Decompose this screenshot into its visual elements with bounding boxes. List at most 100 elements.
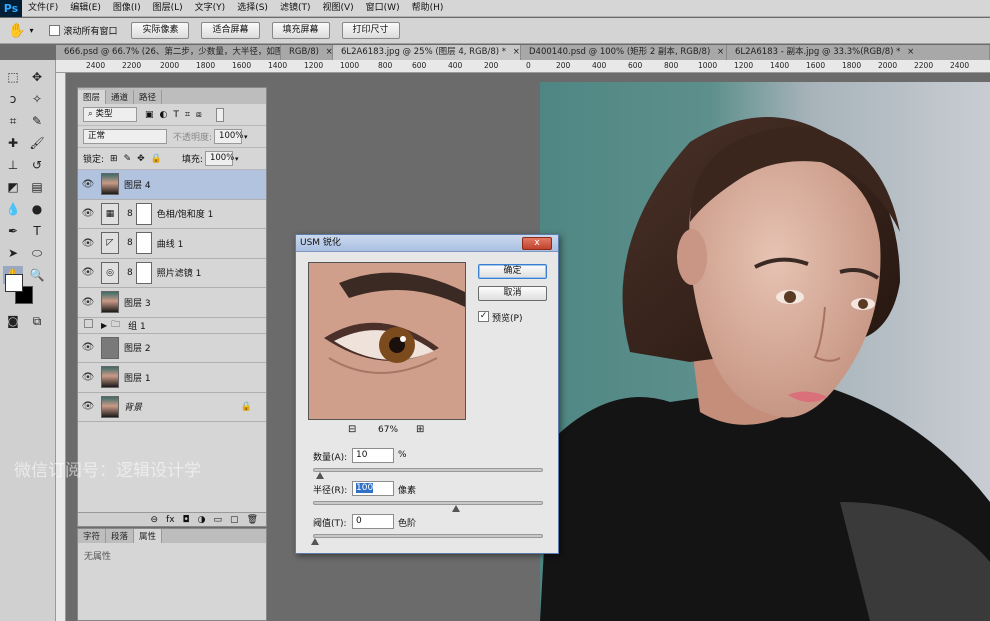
layer-row[interactable]: 👁 ◸ 8 曲线 1 xyxy=(78,229,266,259)
zoom-in-button[interactable]: ⊞ xyxy=(416,424,424,435)
print-size-button[interactable]: 打印尺寸 xyxy=(341,22,400,39)
eye-icon[interactable]: 👁 xyxy=(78,208,98,219)
link-layers-icon[interactable]: ⊖ xyxy=(151,515,159,525)
actual-pixels-button[interactable]: 实际像素 xyxy=(131,22,190,39)
doc-tab-6l2a6183-copy[interactable]: 6L2A6183 - 副本.jpg @ 33.3%(RGB/8) * × xyxy=(727,45,990,60)
menu-view[interactable]: 视图(V) xyxy=(316,0,359,17)
new-layer-icon[interactable]: ▢ xyxy=(230,515,239,525)
tool-preset-dropdown-icon[interactable]: ▾ xyxy=(29,26,33,35)
magic-wand-icon[interactable]: ✧ xyxy=(27,90,47,108)
layer-group-row[interactable]: ▶ 🗀 组 1 xyxy=(78,317,266,334)
cancel-button[interactable]: 取消 xyxy=(478,286,547,301)
close-icon[interactable]: × xyxy=(326,47,332,57)
layer-row[interactable]: 👁 背景 🔒 xyxy=(78,392,266,422)
brush-tool-icon[interactable]: 🖌 xyxy=(27,134,47,152)
scroll-all-windows-checkbox[interactable] xyxy=(49,25,61,36)
eye-icon[interactable]: 👁 xyxy=(78,372,98,383)
blur-tool-icon[interactable]: 💧 xyxy=(3,200,23,218)
lock-transparent-icon[interactable]: ⊞ xyxy=(110,154,118,164)
move-tool-icon[interactable]: ✥ xyxy=(27,68,47,86)
dodge-tool-icon[interactable]: ● xyxy=(27,200,47,218)
fit-screen-button[interactable]: 适合屏幕 xyxy=(201,22,260,39)
tab-channels[interactable]: 通道 xyxy=(106,90,135,104)
fill-input[interactable]: 100% xyxy=(204,151,234,166)
amount-slider[interactable] xyxy=(313,468,543,479)
layer-row[interactable]: 👁 图层 4 xyxy=(78,170,266,200)
menu-layer[interactable]: 图层(L) xyxy=(147,0,189,17)
menu-select[interactable]: 选择(S) xyxy=(231,0,274,17)
filter-shape-icon[interactable]: ⌗ xyxy=(185,110,190,120)
layer-row[interactable]: 👁 图层 2 xyxy=(78,333,266,363)
quick-mask-icon[interactable]: ◙ xyxy=(3,312,23,330)
fx-icon[interactable]: fx xyxy=(166,515,175,525)
path-select-icon[interactable]: ➤ xyxy=(3,244,23,262)
eye-icon[interactable]: 👁 xyxy=(78,179,98,190)
hand-tool-icon[interactable]: ✋ xyxy=(8,23,25,39)
ok-button[interactable]: 确定 xyxy=(478,264,547,279)
opacity-input[interactable]: 100% xyxy=(214,129,243,144)
healing-brush-icon[interactable]: ✚ xyxy=(3,134,23,152)
new-group-icon[interactable]: ▭ xyxy=(214,515,223,525)
filter-adjust-icon[interactable]: ◐ xyxy=(160,110,168,120)
menu-window[interactable]: 窗口(W) xyxy=(360,0,406,17)
threshold-slider[interactable] xyxy=(311,534,543,545)
eye-icon[interactable]: 👁 xyxy=(78,238,98,249)
preview-checkbox[interactable] xyxy=(478,311,489,322)
eye-icon[interactable]: 👁 xyxy=(78,342,98,353)
crop-tool-icon[interactable]: ⌗ xyxy=(3,112,23,130)
layer-row[interactable]: 👁 图层 1 xyxy=(78,363,266,393)
layer-filter-select[interactable]: ⌕ 类型 xyxy=(83,107,137,122)
history-brush-icon[interactable]: ↺ xyxy=(27,156,47,174)
layer-row[interactable]: 👁 图层 3 xyxy=(78,288,266,318)
filter-toggle-switch[interactable] xyxy=(215,107,224,122)
menu-image[interactable]: 图像(I) xyxy=(107,0,147,17)
amount-slider-thumb[interactable] xyxy=(316,472,324,479)
threshold-slider-thumb[interactable] xyxy=(311,538,319,545)
menu-type[interactable]: 文字(Y) xyxy=(189,0,232,17)
lock-all-icon[interactable]: 🔒 xyxy=(151,154,162,164)
eye-icon[interactable]: 👁 xyxy=(78,297,98,308)
doc-tab-6l2a6183[interactable]: 6L2A6183.jpg @ 25% (图层 4, RGB/8) * × xyxy=(333,45,521,60)
visibility-box[interactable] xyxy=(78,319,98,331)
preview-image[interactable] xyxy=(308,262,466,420)
radius-slider-thumb[interactable] xyxy=(452,505,460,512)
zoom-tool-icon[interactable]: 🔍 xyxy=(27,266,47,284)
clone-stamp-icon[interactable]: ⊥ xyxy=(3,156,23,174)
fill-screen-button[interactable]: 填充屏幕 xyxy=(271,22,330,39)
amount-input[interactable]: 10 xyxy=(352,448,394,463)
eye-icon[interactable]: 👁 xyxy=(78,267,98,278)
radius-slider[interactable] xyxy=(313,501,543,512)
gradient-tool-icon[interactable]: ▤ xyxy=(27,178,47,196)
add-mask-icon[interactable]: ◘ xyxy=(183,515,190,525)
tab-properties[interactable]: 属性 xyxy=(134,529,163,543)
tab-paths[interactable]: 路径 xyxy=(134,90,163,104)
menu-file[interactable]: 文件(F) xyxy=(22,0,64,17)
tab-character[interactable]: 字符 xyxy=(78,529,107,543)
ellipse-tool-icon[interactable]: ⬭ xyxy=(27,244,47,262)
close-icon[interactable]: × xyxy=(513,47,520,57)
lock-pixels-icon[interactable]: ✎ xyxy=(124,154,132,164)
lasso-tool-icon[interactable]: ↄ xyxy=(3,90,23,108)
close-icon[interactable]: x xyxy=(522,237,552,250)
pen-tool-icon[interactable]: ✒ xyxy=(3,222,23,240)
doc-tab-666-mode[interactable]: RGB/8) × xyxy=(281,45,333,60)
blend-mode-select[interactable]: 正常 xyxy=(83,129,167,144)
expand-arrow-icon[interactable]: ▶ xyxy=(101,321,107,330)
adjustment-layer-icon[interactable]: ◑ xyxy=(198,515,206,525)
radius-input[interactable]: 100 xyxy=(352,481,394,496)
layer-row[interactable]: 👁 ▦ 8 色相/饱和度 1 xyxy=(78,199,266,229)
doc-tab-666[interactable]: 666.psd @ 66.7% (26、第二步，少数量，大半径，如图。 xyxy=(56,45,281,60)
eraser-tool-icon[interactable]: ◩ xyxy=(3,178,23,196)
filter-smart-icon[interactable]: ⧈ xyxy=(196,110,202,120)
tab-paragraph[interactable]: 段落 xyxy=(106,529,135,543)
lock-position-icon[interactable]: ✥ xyxy=(137,154,145,164)
close-icon[interactable]: × xyxy=(717,47,724,57)
tab-layers[interactable]: 图层 xyxy=(78,90,107,104)
close-icon[interactable]: × xyxy=(907,47,914,57)
threshold-input[interactable]: 0 xyxy=(352,514,394,529)
zoom-out-button[interactable]: ⊟ xyxy=(348,424,356,435)
layer-mask-thumbnail[interactable] xyxy=(135,202,152,225)
layer-mask-thumbnail[interactable] xyxy=(135,261,152,284)
filter-pixel-icon[interactable]: ▣ xyxy=(145,110,154,120)
chevron-down-icon[interactable]: ▾ xyxy=(235,155,239,163)
